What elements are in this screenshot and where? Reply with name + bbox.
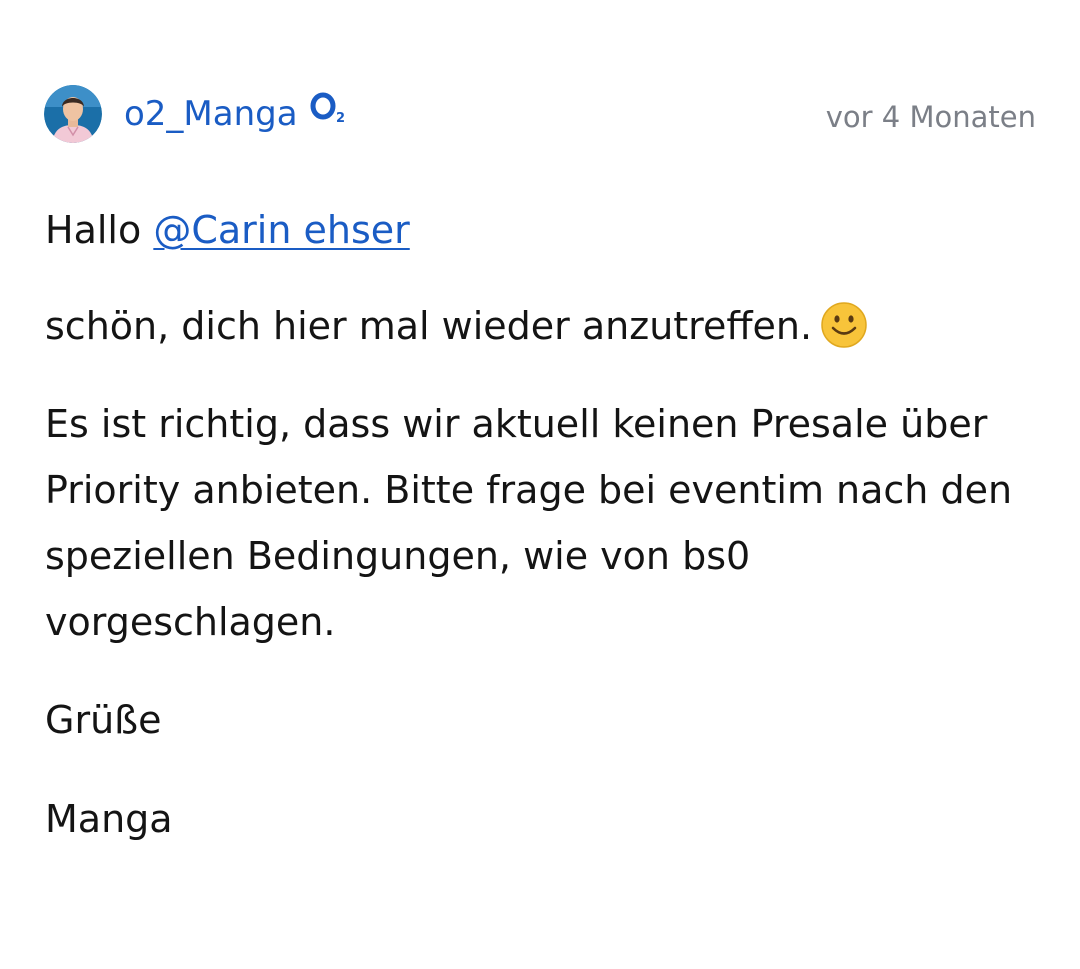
greeting-text: Hallo — [45, 208, 142, 252]
post-header: o2_Manga 2 vor 4 Monaten — [44, 85, 1036, 145]
author-username-link[interactable]: o2_Manga — [124, 94, 298, 134]
avatar-icon[interactable] — [44, 85, 102, 143]
signature-paragraph: Manga — [45, 797, 173, 841]
mention-link[interactable]: @Carin ehser — [153, 208, 409, 252]
post-timestamp: vor 4 Monaten — [825, 100, 1036, 134]
regards-paragraph: Grüße — [45, 698, 162, 742]
welcome-text: schön, dich hier mal wieder anzutreffen. — [45, 304, 813, 348]
forum-post: o2_Manga 2 vor 4 Monaten Hallo @Carin eh… — [0, 0, 1080, 969]
welcome-paragraph: schön, dich hier mal wieder anzutreffen. — [45, 293, 868, 359]
greeting-paragraph: Hallo @Carin ehser — [45, 197, 410, 263]
main-paragraph: Es ist richtig, dass wir aktuell keinen … — [45, 402, 1013, 644]
svg-text:2: 2 — [336, 111, 345, 125]
o2-logo-icon: 2 — [310, 92, 345, 125]
smiley-emoji-icon — [821, 302, 867, 348]
